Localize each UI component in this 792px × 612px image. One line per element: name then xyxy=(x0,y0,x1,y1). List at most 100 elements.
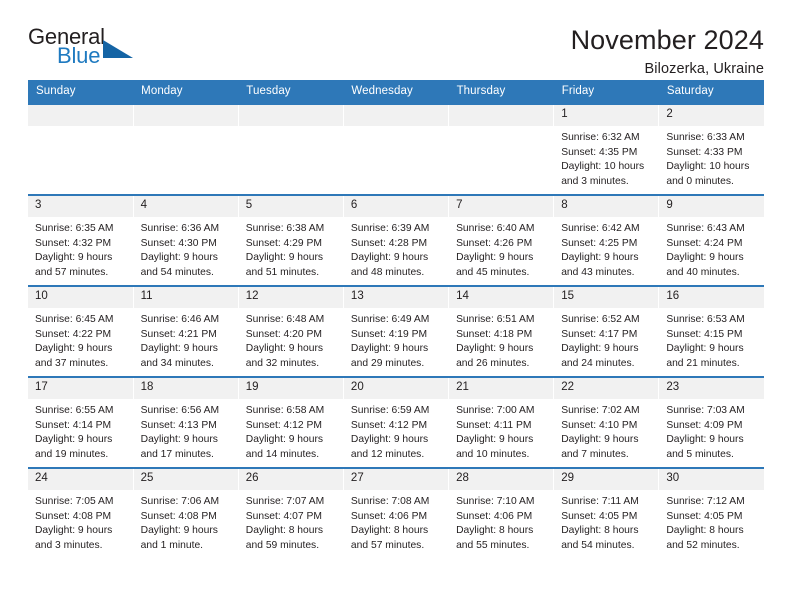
day-number: 1 xyxy=(554,105,659,126)
day-cell[interactable]: 9 Sunrise: 6:43 AM Sunset: 4:24 PM Dayli… xyxy=(658,194,764,286)
daylight-duration-line2: and 21 minutes. xyxy=(666,357,740,369)
day-cell[interactable]: 19 Sunrise: 6:58 AM Sunset: 4:12 PM Dayl… xyxy=(238,376,344,468)
calendar-page: General Blue November 2024 Bilozerka, Uk… xyxy=(0,0,792,612)
day-details: Sunrise: 6:56 AM Sunset: 4:13 PM Dayligh… xyxy=(134,399,238,462)
day-cell[interactable]: 3 Sunrise: 6:35 AM Sunset: 4:32 PM Dayli… xyxy=(28,194,134,286)
day-cell[interactable]: 30 Sunrise: 7:12 AM Sunset: 4:05 PM Dayl… xyxy=(658,467,764,558)
day-cell[interactable]: 2 Sunrise: 6:33 AM Sunset: 4:33 PM Dayli… xyxy=(658,103,764,195)
daylight-duration-line2: and 14 minutes. xyxy=(245,448,320,460)
sunrise-time: Sunrise: 7:12 AM xyxy=(666,496,745,507)
day-details: Sunrise: 6:39 AM Sunset: 4:28 PM Dayligh… xyxy=(344,217,448,280)
day-cell[interactable]: 8 Sunrise: 6:42 AM Sunset: 4:25 PM Dayli… xyxy=(553,194,660,286)
day-number: 29 xyxy=(554,469,659,490)
day-cell[interactable]: 29 Sunrise: 7:11 AM Sunset: 4:05 PM Dayl… xyxy=(553,467,660,558)
sunset-time: Sunset: 4:33 PM xyxy=(666,146,743,158)
sunset-time: Sunset: 4:05 PM xyxy=(561,510,638,522)
daylight-duration-line1: Daylight: 9 hours xyxy=(350,252,429,264)
sunset-time: Sunset: 4:35 PM xyxy=(561,146,638,158)
day-cell[interactable]: 5 Sunrise: 6:38 AM Sunset: 4:29 PM Dayli… xyxy=(238,194,344,286)
day-details: Sunrise: 7:03 AM Sunset: 4:09 PM Dayligh… xyxy=(659,399,764,462)
daylight-duration-line1: Daylight: 9 hours xyxy=(140,525,218,537)
day-cell[interactable]: 12 Sunrise: 6:48 AM Sunset: 4:20 PM Dayl… xyxy=(238,285,344,377)
daylight-duration-line2: and 40 minutes. xyxy=(666,266,740,278)
daylight-duration-line2: and 37 minutes. xyxy=(35,357,109,369)
day-cell[interactable]: 20 Sunrise: 6:59 AM Sunset: 4:12 PM Dayl… xyxy=(343,376,450,468)
daylight-duration-line1: Daylight: 9 hours xyxy=(350,343,429,355)
sunset-time: Sunset: 4:29 PM xyxy=(245,237,322,249)
day-cell[interactable]: 14 Sunrise: 6:51 AM Sunset: 4:18 PM Dayl… xyxy=(448,285,555,377)
day-number: 5 xyxy=(238,196,343,217)
day-cell[interactable]: 13 Sunrise: 6:49 AM Sunset: 4:19 PM Dayl… xyxy=(343,285,450,377)
daylight-duration-line2: and 55 minutes. xyxy=(456,539,530,551)
daylight-duration-line1: Daylight: 9 hours xyxy=(245,343,324,355)
sunset-time: Sunset: 4:17 PM xyxy=(561,328,638,340)
calendar-week-row: 17 Sunrise: 6:55 AM Sunset: 4:14 PM Dayl… xyxy=(28,376,764,468)
day-details: Sunrise: 7:00 AM Sunset: 4:11 PM Dayligh… xyxy=(449,399,553,462)
sunrise-time: Sunrise: 6:38 AM xyxy=(245,223,325,234)
calendar-week-row: 10 Sunrise: 6:45 AM Sunset: 4:22 PM Dayl… xyxy=(28,285,764,377)
day-details: Sunrise: 6:43 AM Sunset: 4:24 PM Dayligh… xyxy=(659,217,764,280)
day-number: 4 xyxy=(133,196,238,217)
day-cell[interactable]: 10 Sunrise: 6:45 AM Sunset: 4:22 PM Dayl… xyxy=(28,285,134,377)
daylight-duration-line2: and 10 minutes. xyxy=(456,448,530,460)
day-cell[interactable]: 17 Sunrise: 6:55 AM Sunset: 4:14 PM Dayl… xyxy=(28,376,134,468)
sunset-time: Sunset: 4:13 PM xyxy=(140,419,217,431)
sunrise-time: Sunrise: 7:07 AM xyxy=(245,496,325,507)
day-details: Sunrise: 7:08 AM Sunset: 4:06 PM Dayligh… xyxy=(344,490,448,553)
day-cell[interactable]: 6 Sunrise: 6:39 AM Sunset: 4:28 PM Dayli… xyxy=(343,194,450,286)
day-number: 15 xyxy=(554,287,659,308)
sunset-time: Sunset: 4:06 PM xyxy=(350,510,428,522)
day-cell[interactable]: 1 Sunrise: 6:32 AM Sunset: 4:35 PM Dayli… xyxy=(553,103,660,195)
day-cell[interactable]: 18 Sunrise: 6:56 AM Sunset: 4:13 PM Dayl… xyxy=(133,376,239,468)
day-cell[interactable]: 25 Sunrise: 7:06 AM Sunset: 4:08 PM Dayl… xyxy=(133,467,239,558)
day-cell-empty xyxy=(28,103,134,195)
daylight-duration-line2: and 29 minutes. xyxy=(350,357,425,369)
logo-word-blue: Blue xyxy=(57,43,101,68)
location-subtitle: Bilozerka, Ukraine xyxy=(644,61,764,78)
day-number: 7 xyxy=(449,196,554,217)
daylight-duration-line1: Daylight: 9 hours xyxy=(245,252,324,264)
daylight-duration-line2: and 57 minutes. xyxy=(350,539,425,551)
sunset-time: Sunset: 4:22 PM xyxy=(35,328,112,340)
day-cell-empty xyxy=(343,103,450,195)
day-cell[interactable]: 21 Sunrise: 7:00 AM Sunset: 4:11 PM Dayl… xyxy=(448,376,555,468)
sunset-time: Sunset: 4:09 PM xyxy=(666,419,743,431)
day-details: Sunrise: 6:42 AM Sunset: 4:25 PM Dayligh… xyxy=(554,217,658,280)
sunrise-time: Sunrise: 6:36 AM xyxy=(140,223,220,234)
sunrise-sunset-calendar: Sunday Monday Tuesday Wednesday Thursday… xyxy=(28,80,764,558)
day-cell[interactable]: 23 Sunrise: 7:03 AM Sunset: 4:09 PM Dayl… xyxy=(658,376,764,468)
day-number: 16 xyxy=(659,287,764,308)
sunrise-time: Sunrise: 6:53 AM xyxy=(666,314,745,325)
day-cell[interactable]: 7 Sunrise: 6:40 AM Sunset: 4:26 PM Dayli… xyxy=(448,194,555,286)
day-cell[interactable]: 24 Sunrise: 7:05 AM Sunset: 4:08 PM Dayl… xyxy=(28,467,134,558)
daylight-duration-line1: Daylight: 9 hours xyxy=(35,252,113,264)
daylight-duration-line2: and 45 minutes. xyxy=(456,266,530,278)
day-details: Sunrise: 7:10 AM Sunset: 4:06 PM Dayligh… xyxy=(449,490,553,553)
sunrise-time: Sunrise: 6:46 AM xyxy=(140,314,220,325)
day-cell[interactable]: 28 Sunrise: 7:10 AM Sunset: 4:06 PM Dayl… xyxy=(448,467,555,558)
daylight-duration-line2: and 26 minutes. xyxy=(456,357,530,369)
sunrise-time: Sunrise: 7:10 AM xyxy=(456,496,535,507)
day-number xyxy=(238,105,343,126)
day-cell[interactable]: 4 Sunrise: 6:36 AM Sunset: 4:30 PM Dayli… xyxy=(133,194,239,286)
sunset-time: Sunset: 4:08 PM xyxy=(140,510,217,522)
day-cell[interactable]: 15 Sunrise: 6:52 AM Sunset: 4:17 PM Dayl… xyxy=(553,285,660,377)
day-number: 25 xyxy=(133,469,238,490)
day-number: 9 xyxy=(659,196,764,217)
day-cell[interactable]: 16 Sunrise: 6:53 AM Sunset: 4:15 PM Dayl… xyxy=(658,285,764,377)
sunrise-time: Sunrise: 6:56 AM xyxy=(140,405,220,416)
day-details: Sunrise: 7:02 AM Sunset: 4:10 PM Dayligh… xyxy=(554,399,658,462)
day-number: 23 xyxy=(659,378,764,399)
day-cell[interactable]: 22 Sunrise: 7:02 AM Sunset: 4:10 PM Dayl… xyxy=(553,376,660,468)
general-blue-logo[interactable]: General Blue xyxy=(28,26,158,72)
day-number: 2 xyxy=(659,105,764,126)
day-cell[interactable]: 27 Sunrise: 7:08 AM Sunset: 4:06 PM Dayl… xyxy=(343,467,450,558)
day-number: 12 xyxy=(238,287,343,308)
title-block: November 2024 Bilozerka, Ukraine xyxy=(571,26,764,78)
day-number: 27 xyxy=(343,469,449,490)
day-cell[interactable]: 11 Sunrise: 6:46 AM Sunset: 4:21 PM Dayl… xyxy=(133,285,239,377)
sunrise-time: Sunrise: 6:55 AM xyxy=(35,405,114,416)
day-details: Sunrise: 6:52 AM Sunset: 4:17 PM Dayligh… xyxy=(554,308,658,371)
day-cell[interactable]: 26 Sunrise: 7:07 AM Sunset: 4:07 PM Dayl… xyxy=(238,467,344,558)
day-number: 28 xyxy=(449,469,554,490)
